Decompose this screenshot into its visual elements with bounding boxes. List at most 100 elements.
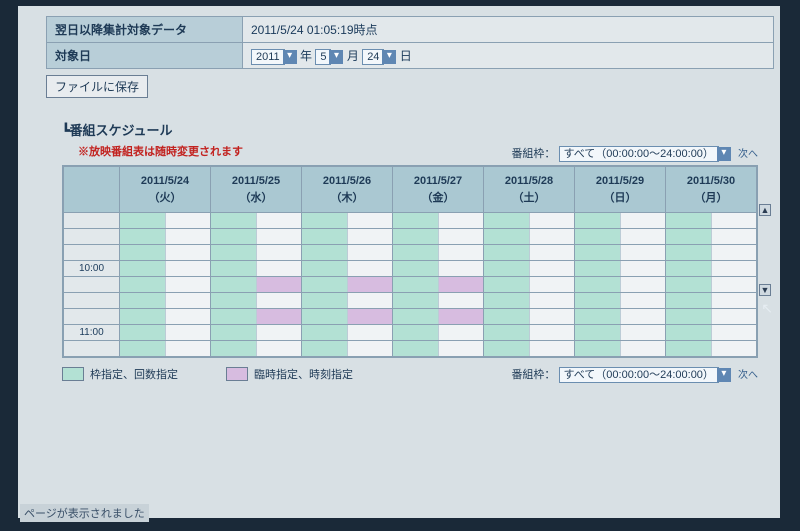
schedule-cell[interactable] (120, 341, 211, 357)
schedule-cell[interactable] (575, 245, 666, 261)
schedule-cell[interactable] (575, 277, 666, 293)
chevron-down-icon[interactable]: ▾ (283, 50, 297, 64)
schedule-cell[interactable] (484, 261, 575, 277)
time-label (64, 341, 120, 357)
schedule-cell[interactable] (120, 213, 211, 229)
time-label: 11:00 (64, 325, 120, 341)
schedule-grid-wrap: 2011/5/24（火）2011/5/25（水）2011/5/26（木）2011… (62, 165, 758, 358)
schedule-cell[interactable] (393, 245, 484, 261)
time-label (64, 293, 120, 309)
schedule-cell[interactable] (575, 229, 666, 245)
schedule-cell[interactable] (393, 309, 484, 325)
schedule-cell[interactable] (484, 229, 575, 245)
schedule-cell[interactable] (666, 325, 757, 341)
time-label (64, 309, 120, 325)
schedule-cell[interactable] (120, 261, 211, 277)
schedule-cell[interactable] (211, 229, 302, 245)
schedule-cell[interactable] (393, 277, 484, 293)
time-label (64, 245, 120, 261)
schedule-cell[interactable] (575, 213, 666, 229)
schedule-cell[interactable] (120, 325, 211, 341)
schedule-cell[interactable] (302, 293, 393, 309)
schedule-cell[interactable] (302, 213, 393, 229)
schedule-cell[interactable] (666, 213, 757, 229)
schedule-cell[interactable] (211, 277, 302, 293)
section-title: 番組スケジュール (62, 120, 780, 139)
schedule-cell[interactable] (302, 309, 393, 325)
chevron-down-icon[interactable]: ▾ (329, 50, 343, 64)
schedule-cell[interactable] (575, 325, 666, 341)
schedule-cell[interactable] (484, 325, 575, 341)
day-select[interactable]: 24 (362, 49, 384, 65)
schedule-cell[interactable] (484, 341, 575, 357)
schedule-cell[interactable] (211, 309, 302, 325)
schedule-cell[interactable] (575, 309, 666, 325)
scroll-up-button[interactable]: ▲ (759, 204, 771, 216)
time-label (64, 277, 120, 293)
schedule-cell[interactable] (211, 341, 302, 357)
schedule-cell[interactable] (484, 277, 575, 293)
time-label (64, 213, 120, 229)
day-header: 2011/5/26（木） (302, 167, 393, 213)
schedule-cell[interactable] (666, 293, 757, 309)
time-label: 10:00 (64, 261, 120, 277)
schedule-cell[interactable] (120, 229, 211, 245)
schedule-cell[interactable] (484, 309, 575, 325)
day-header: 2011/5/24（火） (120, 167, 211, 213)
schedule-cell[interactable] (484, 245, 575, 261)
schedule-cell[interactable] (666, 277, 757, 293)
schedule-cell[interactable] (211, 325, 302, 341)
schedule-cell[interactable] (302, 261, 393, 277)
schedule-cell[interactable] (575, 293, 666, 309)
legend-swatch-pink (226, 367, 248, 381)
year-select[interactable]: 2011 (251, 49, 285, 65)
schedule-cell[interactable] (120, 245, 211, 261)
schedule-cell[interactable] (120, 293, 211, 309)
schedule-cell[interactable] (484, 213, 575, 229)
next-link[interactable]: 次へ (738, 370, 758, 381)
info-row1-label: 翌日以降集計対象データ (47, 17, 243, 43)
schedule-cell[interactable] (393, 229, 484, 245)
cursor-icon: ↖ (761, 300, 773, 317)
day-header: 2011/5/27（金） (393, 167, 484, 213)
schedule-cell[interactable] (575, 261, 666, 277)
schedule-cell[interactable] (211, 245, 302, 261)
chevron-down-icon[interactable]: ▾ (382, 50, 396, 64)
warning-text: ※放映番組表は随時変更されます (78, 143, 243, 159)
chevron-down-icon[interactable]: ▾ (717, 368, 731, 382)
schedule-cell[interactable] (393, 341, 484, 357)
schedule-cell[interactable] (302, 341, 393, 357)
schedule-cell[interactable] (666, 229, 757, 245)
schedule-cell[interactable] (211, 261, 302, 277)
schedule-cell[interactable] (211, 213, 302, 229)
schedule-cell[interactable] (211, 293, 302, 309)
schedule-cell[interactable] (393, 293, 484, 309)
status-bar: ページが表示されました (20, 504, 149, 522)
schedule-cell[interactable] (302, 277, 393, 293)
schedule-cell[interactable] (575, 341, 666, 357)
schedule-cell[interactable] (302, 325, 393, 341)
schedule-cell[interactable] (393, 261, 484, 277)
schedule-cell[interactable] (484, 293, 575, 309)
day-header: 2011/5/29（日） (575, 167, 666, 213)
scroll-down-button[interactable]: ▼ (759, 284, 771, 296)
filter-label: 番組枠： (511, 148, 555, 160)
schedule-cell[interactable] (120, 309, 211, 325)
day-header: 2011/5/25（水） (211, 167, 302, 213)
schedule-cell[interactable] (393, 213, 484, 229)
filter-select[interactable]: すべて（00:00:00～24:00:00） (559, 146, 719, 162)
schedule-cell[interactable] (302, 245, 393, 261)
schedule-cell[interactable] (120, 277, 211, 293)
schedule-grid: 2011/5/24（火）2011/5/25（水）2011/5/26（木）2011… (63, 166, 757, 357)
time-label (64, 229, 120, 245)
schedule-cell[interactable] (666, 341, 757, 357)
chevron-down-icon[interactable]: ▾ (717, 147, 731, 161)
schedule-cell[interactable] (666, 245, 757, 261)
save-file-button[interactable]: ファイルに保存 (46, 75, 148, 98)
schedule-cell[interactable] (302, 229, 393, 245)
filter-select[interactable]: すべて（00:00:00～24:00:00） (559, 367, 719, 383)
schedule-cell[interactable] (393, 325, 484, 341)
schedule-cell[interactable] (666, 261, 757, 277)
schedule-cell[interactable] (666, 309, 757, 325)
next-link[interactable]: 次へ (738, 149, 758, 160)
